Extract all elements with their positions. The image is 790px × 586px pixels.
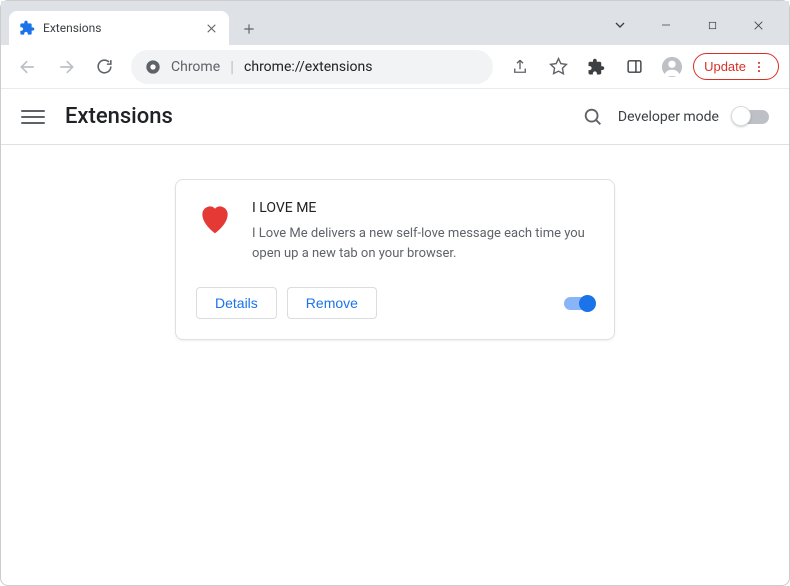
page-title: Extensions [65, 104, 173, 129]
extension-card: I LOVE ME I Love Me delivers a new self-… [175, 179, 615, 340]
remove-button[interactable]: Remove [287, 287, 377, 319]
developer-mode-toggle[interactable] [733, 110, 769, 124]
extension-description: I Love Me delivers a new self-love messa… [252, 224, 594, 263]
address-url: chrome://extensions [244, 59, 372, 75]
extension-heart-icon [196, 200, 234, 263]
kebab-menu-icon [752, 60, 766, 74]
details-button[interactable]: Details [196, 287, 277, 319]
profile-avatar-icon[interactable] [655, 50, 689, 84]
tab-close-icon[interactable] [203, 20, 219, 36]
developer-mode-label: Developer mode [618, 109, 719, 125]
menu-hamburger-icon[interactable] [21, 105, 45, 129]
new-tab-button[interactable] [235, 15, 263, 43]
extension-enable-toggle[interactable] [564, 297, 594, 310]
tab-title: Extensions [43, 21, 195, 35]
extension-puzzle-icon [19, 20, 35, 36]
update-button[interactable]: Update [693, 53, 779, 80]
header-right: Developer mode [582, 106, 769, 128]
browser-toolbar: Chrome | chrome://extensions Update [1, 45, 789, 89]
search-icon[interactable] [582, 106, 604, 128]
share-icon[interactable] [503, 50, 537, 84]
chrome-icon [145, 59, 161, 75]
page-header: Extensions Developer mode [1, 89, 789, 145]
address-separator: | [230, 57, 234, 76]
reload-button[interactable] [87, 50, 121, 84]
bookmark-star-icon[interactable] [541, 50, 575, 84]
close-button[interactable] [735, 9, 781, 41]
minimize-button[interactable] [643, 9, 689, 41]
update-label: Update [704, 59, 746, 74]
sidepanel-icon[interactable] [617, 50, 651, 84]
titlebar: Extensions [1, 1, 789, 45]
address-scheme: Chrome [171, 59, 220, 75]
forward-button [49, 50, 83, 84]
content-area: I LOVE ME I Love Me delivers a new self-… [1, 145, 789, 374]
extensions-puzzle-icon[interactable] [579, 50, 613, 84]
back-button [11, 50, 45, 84]
maximize-button[interactable] [689, 9, 735, 41]
browser-tab[interactable]: Extensions [9, 11, 229, 45]
extension-name: I LOVE ME [252, 200, 594, 216]
window-controls [597, 9, 781, 41]
chevron-down-icon[interactable] [597, 9, 643, 41]
address-bar[interactable]: Chrome | chrome://extensions [131, 50, 493, 84]
